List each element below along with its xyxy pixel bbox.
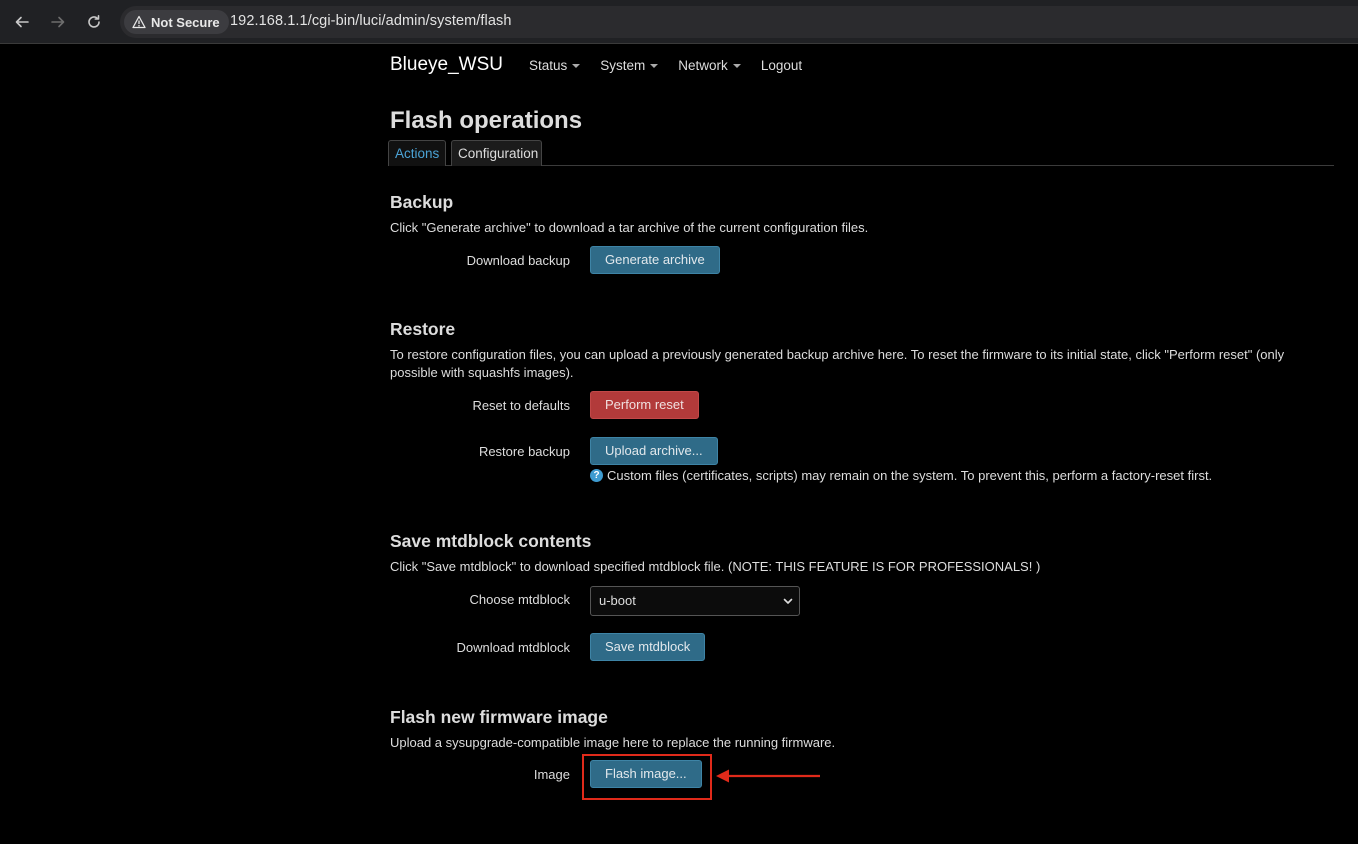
page-title: Flash operations [390,107,583,134]
security-chip[interactable]: Not Secure [124,10,229,34]
reload-icon [88,15,100,28]
reload-button[interactable] [83,11,105,33]
choose-mtdblock-label: Choose mtdblock [469,592,570,607]
caret-down-icon [732,63,741,68]
brand-logo[interactable]: Blueye_WSU [390,54,503,76]
caret-down-icon [572,63,581,68]
restore-description: To restore configuration files, you can … [390,347,1285,380]
mtdblock-description: Click "Save mtdblock" to download specif… [390,559,1041,574]
mtdblock-selected-value: u-boot [599,593,636,608]
menu-system[interactable]: System [600,58,659,73]
restore-hint: ? Custom files (certificates, scripts) m… [590,468,1212,483]
download-backup-label: Download backup [466,253,570,268]
address-bar[interactable]: Not Secure 192.168.1.1/cgi-bin/luci/admi… [120,6,1358,38]
luci-page: Blueye_WSU Status System Network Logout … [0,45,1358,844]
mtdblock-select[interactable]: u-boot [590,586,800,616]
firmware-description: Upload a sysupgrade-compatible image her… [390,735,836,750]
backup-title: Backup [390,192,454,212]
annotation-arrow-icon [716,769,820,783]
tab-bar: Actions Configuration [388,140,1334,166]
reset-defaults-label: Reset to defaults [472,398,570,413]
upload-archive-button[interactable]: Upload archive... [590,437,718,465]
menu-system-label: System [600,58,646,73]
tab-actions[interactable]: Actions [388,140,446,166]
chevron-down-icon [783,598,793,604]
save-mtdblock-button[interactable]: Save mtdblock [590,633,706,661]
security-label: Not Secure [151,14,220,30]
arrow-right-icon [51,16,65,28]
browser-toolbar: Not Secure 192.168.1.1/cgi-bin/luci/admi… [0,0,1358,44]
perform-reset-button[interactable]: Perform reset [590,391,699,419]
arrow-left-icon [15,16,29,28]
image-label: Image [533,767,570,782]
back-button[interactable] [11,11,33,33]
forward-button[interactable] [47,11,69,33]
generate-archive-button[interactable]: Generate archive [590,246,720,274]
menu-network-label: Network [678,58,728,73]
menu-status[interactable]: Status [529,58,581,73]
url-text[interactable]: 192.168.1.1/cgi-bin/luci/admin/system/fl… [230,13,512,29]
menu-status-label: Status [529,58,568,73]
menu-logout[interactable]: Logout [761,58,802,73]
menu-logout-label: Logout [760,58,803,73]
help-icon: ? [590,469,603,482]
firmware-title: Flash new firmware image [390,707,608,727]
restore-title: Restore [390,319,456,339]
caret-down-icon [650,63,659,68]
restore-hint-text: Custom files (certificates, scripts) may… [607,468,1213,483]
warning-triangle-icon [132,15,146,29]
backup-description: Click "Generate archive" to download a t… [390,220,869,235]
main-menu: Status System Network Logout [529,58,822,73]
mtdblock-title: Save mtdblock contents [390,531,592,551]
tab-configuration[interactable]: Configuration [451,140,542,166]
restore-backup-label: Restore backup [478,444,570,459]
annotation-highlight-box [582,754,712,800]
download-mtdblock-label: Download mtdblock [456,640,570,655]
menu-network[interactable]: Network [678,58,741,73]
